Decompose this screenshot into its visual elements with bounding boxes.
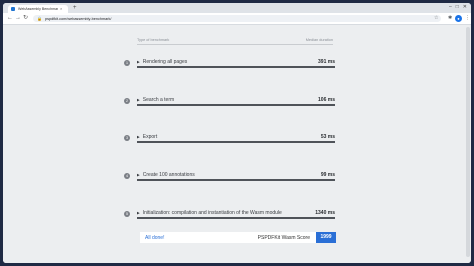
browser-toolbar: ← → ↻ 🔒 pspdfkit.com/webassembly-benchma… [3, 13, 471, 25]
bookmark-star-icon[interactable]: ☆ [434, 15, 438, 22]
benchmark-item[interactable]: ▶ Rendering all pages 391 ms [137, 57, 335, 68]
score-label: PSPDFKit Wasm Score [257, 234, 310, 241]
benchmark-item[interactable]: ▶ Export 53 ms [137, 132, 335, 143]
favicon-icon [11, 7, 15, 11]
header-median-duration: Median duration [305, 38, 333, 42]
back-icon[interactable]: ← [7, 14, 13, 23]
benchmark-item[interactable]: ▶ Initialization: compilation and instan… [137, 208, 335, 219]
benchmark-name: Export [142, 133, 158, 140]
benchmark-name: Initialization: compilation and instanti… [142, 209, 282, 216]
benchmark-item[interactable]: ▶ Create 100 annotations 99 ms [137, 170, 335, 181]
benchmark-row[interactable]: 1 ▶ Rendering all pages 391 ms [123, 57, 335, 69]
benchmark-duration: 99 ms [320, 171, 335, 178]
tab-title: WebAssembly Benchmark [18, 7, 58, 11]
benchmark-row[interactable]: 3 ▶ Export 53 ms [123, 132, 335, 144]
benchmark-row[interactable]: 4 ▶ Create 100 annotations 99 ms [123, 170, 335, 182]
benchmark-name: Create 100 annotations [142, 171, 195, 178]
benchmark-item[interactable]: ▶ Search a term 106 ms [137, 95, 335, 106]
forward-icon[interactable]: → [15, 14, 21, 23]
benchmark-row[interactable]: 2 ▶ Search a term 106 ms [123, 95, 335, 107]
tab-bar: WebAssembly Benchmark × + – □ ✕ [3, 3, 471, 13]
benchmark-duration: 1340 ms [315, 209, 335, 216]
expand-caret-icon[interactable]: ▶ [137, 211, 140, 215]
extensions-icon[interactable]: ✱ [448, 15, 452, 22]
lock-icon: 🔒 [37, 16, 42, 21]
page-content: Type of benchmark Median duration 1 ▶ Re… [3, 25, 471, 263]
benchmark-duration: 106 ms [318, 96, 335, 103]
benchmark-index-badge: 3 [124, 135, 130, 141]
close-tab-icon[interactable]: × [60, 7, 62, 11]
table-header: Type of benchmark Median duration [137, 38, 333, 45]
result-bar: All done! PSPDFKit Wasm Score 1999 [140, 232, 336, 243]
url-text: pspdfkit.com/webassembly-benchmark/ [44, 16, 112, 21]
profile-avatar[interactable]: ● [455, 15, 462, 22]
menu-icon[interactable]: ⋮ [465, 15, 470, 22]
benchmark-row[interactable]: 5 ▶ Initialization: compilation and inst… [123, 208, 335, 220]
expand-caret-icon[interactable]: ▶ [137, 60, 140, 64]
tab-webassembly-benchmark[interactable]: WebAssembly Benchmark × [8, 5, 68, 13]
benchmark-duration: 53 ms [320, 133, 335, 140]
maximize-icon[interactable]: □ [456, 4, 459, 10]
expand-caret-icon[interactable]: ▶ [137, 135, 140, 139]
benchmark-index-badge: 1 [124, 60, 130, 66]
score-badge: 1999 [316, 232, 336, 243]
reload-icon[interactable]: ↻ [23, 14, 28, 23]
expand-caret-icon[interactable]: ▶ [137, 173, 140, 177]
new-tab-button[interactable]: + [73, 5, 77, 11]
benchmark-index-badge: 4 [124, 173, 130, 179]
header-benchmark-type: Type of benchmark [137, 38, 170, 42]
benchmark-duration: 391 ms [318, 58, 335, 65]
browser-window: WebAssembly Benchmark × + – □ ✕ ← → ↻ 🔒 … [3, 3, 471, 263]
minimize-icon[interactable]: – [449, 4, 452, 10]
page-scrollbar[interactable] [466, 27, 470, 257]
status-text: All done! [145, 234, 165, 241]
benchmark-name: Search a term [142, 96, 175, 103]
close-window-icon[interactable]: ✕ [463, 4, 467, 10]
window-controls: – □ ✕ [449, 4, 467, 10]
address-bar[interactable]: 🔒 pspdfkit.com/webassembly-benchmark/ [33, 15, 441, 22]
benchmark-index-badge: 2 [124, 98, 130, 104]
benchmark-index-badge: 5 [124, 211, 130, 217]
expand-caret-icon[interactable]: ▶ [137, 98, 140, 102]
benchmark-name: Rendering all pages [142, 58, 188, 65]
